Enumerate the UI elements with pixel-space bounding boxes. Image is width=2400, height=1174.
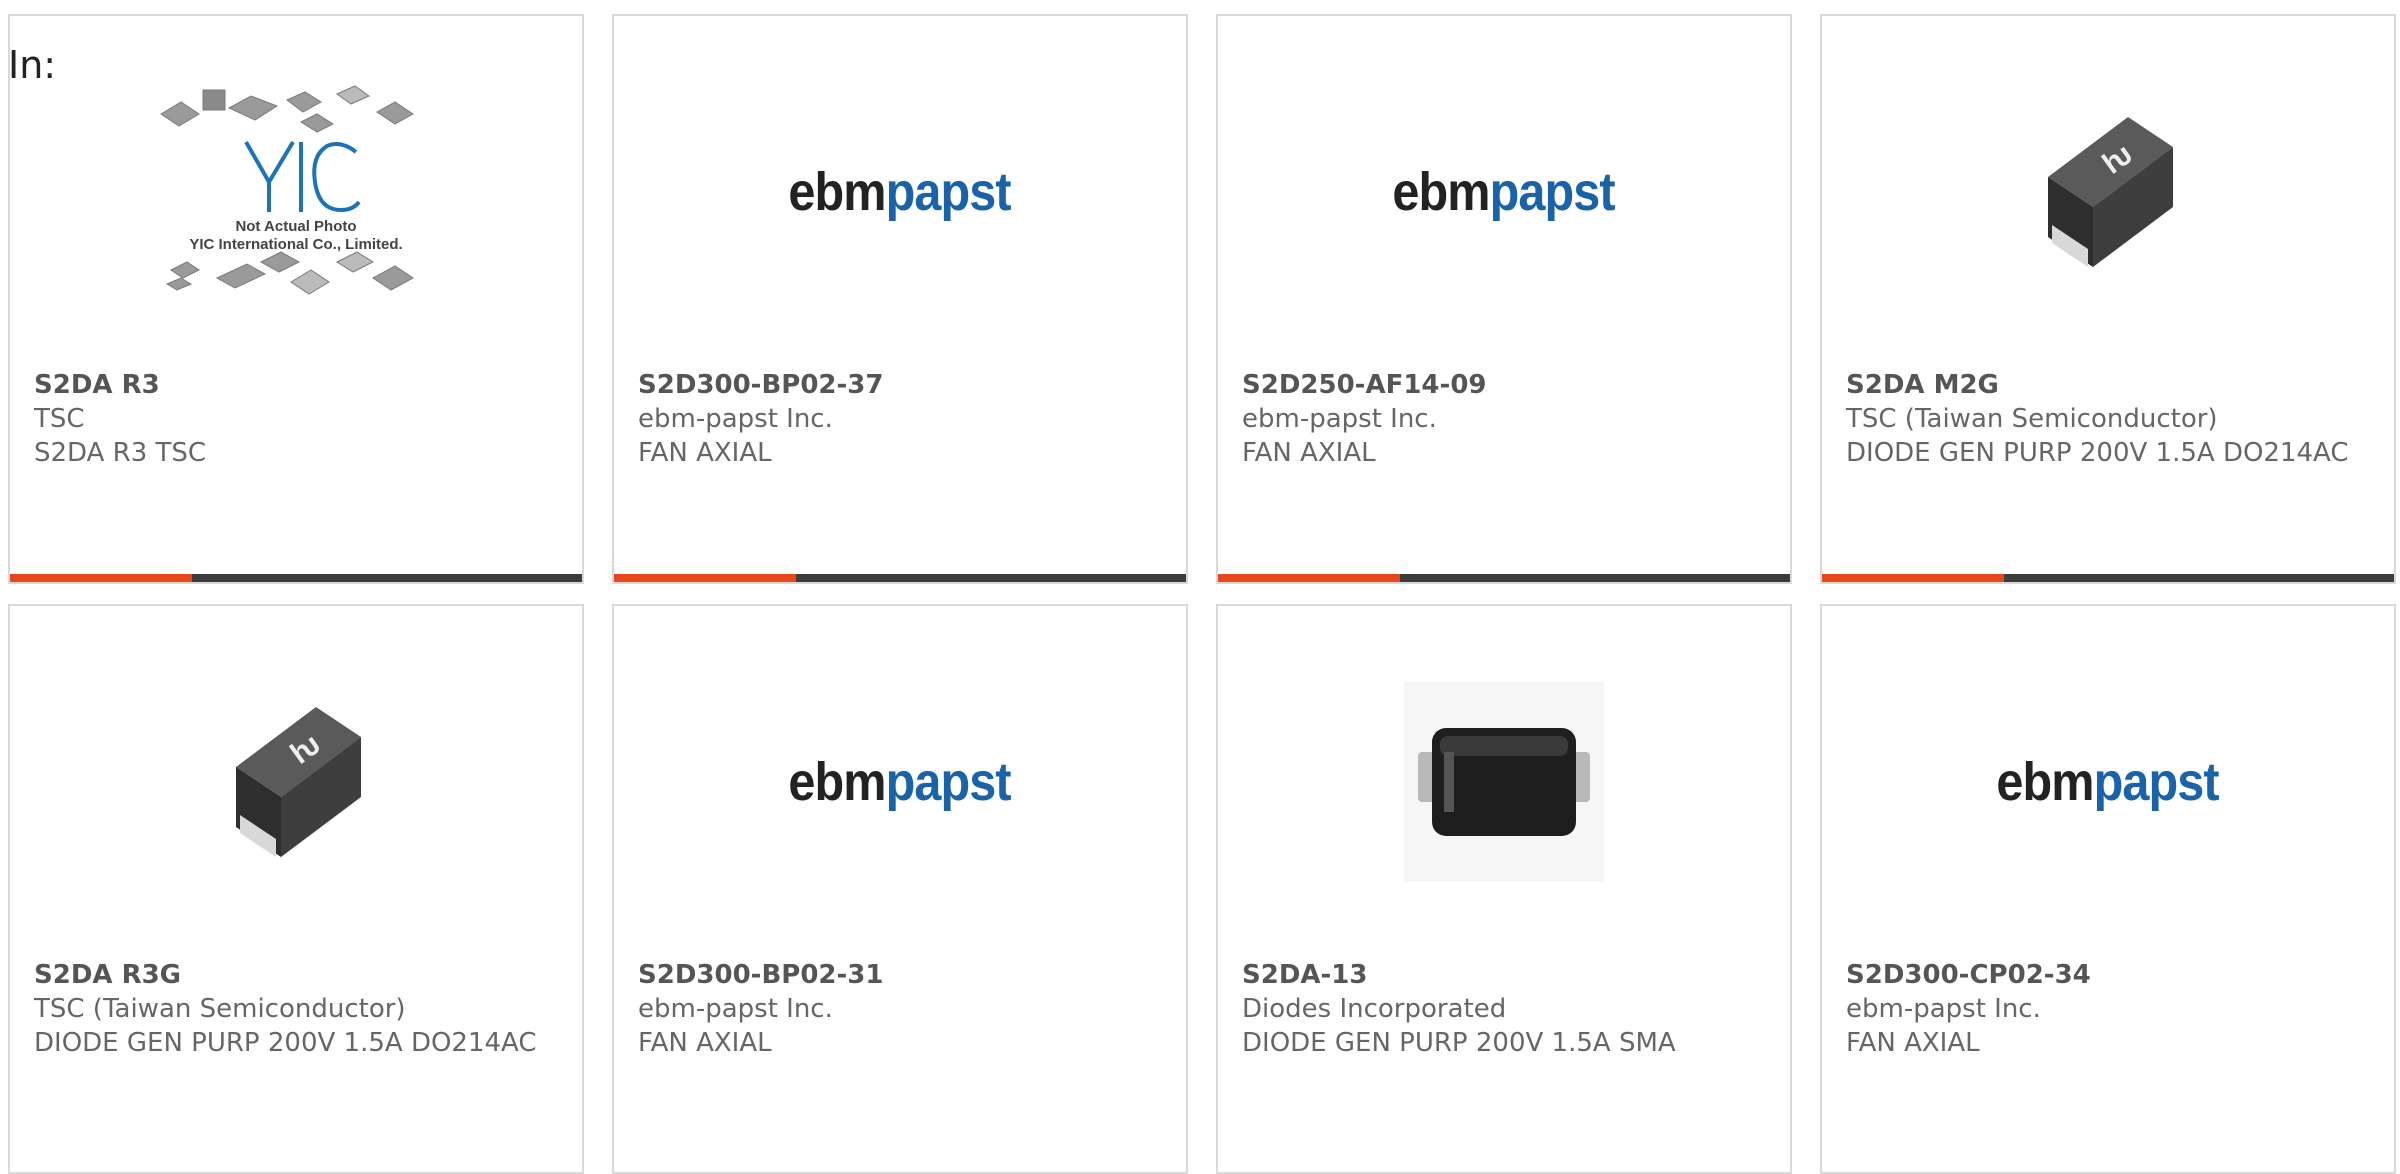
yic-caption-2: YIC International Co., Limited. (189, 236, 403, 253)
manufacturer: ebm-papst Inc. (1846, 994, 2041, 1024)
product-card[interactable]: ebmpapst S2D300-BP02-31 ebm-papst Inc. F… (612, 604, 1188, 1174)
part-number-link[interactable]: S2D300-BP02-37 (638, 368, 1170, 402)
manufacturer: TSC (34, 404, 85, 434)
description: DIODE GEN PURP 200V 1.5A DO214AC (34, 1028, 537, 1058)
product-image[interactable]: ebmpapst (1218, 16, 1790, 368)
ebmpapst-logo: ebmpapst (788, 752, 1012, 812)
diode-sma-photo-icon (1404, 682, 1604, 882)
product-image[interactable]: ebmpapst (614, 16, 1186, 368)
product-image[interactable]: Not Actual Photo YIC International Co., … (10, 16, 582, 368)
manufacturer: TSC (Taiwan Semiconductor) (1846, 404, 2218, 434)
part-number-link[interactable]: S2D300-CP02-34 (1846, 958, 2378, 992)
card-bottom-bar (10, 574, 582, 582)
yic-placeholder-image: Not Actual Photo YIC International Co., … (151, 72, 441, 312)
product-card[interactable]: ƕ S2DA M2G TSC (Taiwan Semiconductor) DI… (1820, 14, 2396, 584)
product-info: S2D300-BP02-37 ebm-papst Inc. FAN AXIAL (638, 368, 1170, 470)
description: FAN AXIAL (1242, 438, 1376, 468)
card-accent-bar (1822, 574, 2004, 582)
product-image[interactable]: ƕ (10, 606, 582, 958)
card-bottom-bar (1218, 574, 1790, 582)
product-card[interactable]: ebmpapst S2D250-AF14-09 ebm-papst Inc. F… (1216, 14, 1792, 584)
product-image[interactable] (1218, 606, 1790, 958)
product-image[interactable]: ebmpapst (614, 606, 1186, 958)
product-info: S2DA-13 Diodes Incorporated DIODE GEN PU… (1242, 958, 1774, 1060)
description: DIODE GEN PURP 200V 1.5A SMA (1242, 1028, 1676, 1058)
description: FAN AXIAL (638, 438, 772, 468)
manufacturer: Diodes Incorporated (1242, 994, 1507, 1024)
ebmpapst-logo: ebmpapst (1996, 752, 2220, 812)
product-info: S2DA R3 TSC S2DA R3 TSC (34, 368, 566, 470)
diode-photo-icon: ƕ (2048, 117, 2173, 267)
product-info: S2DA M2G TSC (Taiwan Semiconductor) DIOD… (1846, 368, 2378, 470)
description: DIODE GEN PURP 200V 1.5A DO214AC (1846, 438, 2349, 468)
product-grid: In: Not Actual Photo YIC International C… (0, 0, 2400, 1174)
product-card[interactable]: ebmpapst S2D300-BP02-37 ebm-papst Inc. F… (612, 14, 1188, 584)
description: S2DA R3 TSC (34, 438, 207, 468)
manufacturer: ebm-papst Inc. (638, 994, 833, 1024)
manufacturer: TSC (Taiwan Semiconductor) (34, 994, 406, 1024)
part-number-link[interactable]: S2D300-BP02-31 (638, 958, 1170, 992)
product-info: S2D300-CP02-34 ebm-papst Inc. FAN AXIAL (1846, 958, 2378, 1060)
part-number-link[interactable]: S2DA-13 (1242, 958, 1774, 992)
product-info: S2D250-AF14-09 ebm-papst Inc. FAN AXIAL (1242, 368, 1774, 470)
part-number-link[interactable]: S2D250-AF14-09 (1242, 368, 1774, 402)
manufacturer: ebm-papst Inc. (638, 404, 833, 434)
card-bottom-bar (1822, 574, 2394, 582)
product-image[interactable]: ebmpapst (1822, 606, 2394, 958)
card-bottom-bar (614, 574, 1186, 582)
ebmpapst-logo: ebmpapst (788, 162, 1012, 222)
manufacturer: ebm-papst Inc. (1242, 404, 1437, 434)
product-info: S2DA R3G TSC (Taiwan Semiconductor) DIOD… (34, 958, 566, 1060)
part-number-link[interactable]: S2DA R3G (34, 958, 566, 992)
product-card[interactable]: ebmpapst S2D300-CP02-34 ebm-papst Inc. F… (1820, 604, 2396, 1174)
part-number-link[interactable]: S2DA R3 (34, 368, 566, 402)
description: FAN AXIAL (1846, 1028, 1980, 1058)
product-card[interactable]: S2DA-13 Diodes Incorporated DIODE GEN PU… (1216, 604, 1792, 1174)
card-accent-bar (1218, 574, 1400, 582)
diode-photo-icon: ƕ (236, 707, 361, 857)
product-info: S2D300-BP02-31 ebm-papst Inc. FAN AXIAL (638, 958, 1170, 1060)
yic-caption-1: Not Actual Photo (235, 218, 357, 235)
product-card[interactable]: ƕ S2DA R3G TSC (Taiwan Semiconductor) DI… (8, 604, 584, 1174)
card-accent-bar (10, 574, 192, 582)
card-accent-bar (614, 574, 796, 582)
part-number-link[interactable]: S2DA M2G (1846, 368, 2378, 402)
filter-label: In: (8, 43, 57, 87)
ebmpapst-logo: ebmpapst (1392, 162, 1616, 222)
product-card[interactable]: Not Actual Photo YIC International Co., … (8, 14, 584, 584)
chip-photo-icon (160, 85, 414, 295)
description: FAN AXIAL (638, 1028, 772, 1058)
product-image[interactable]: ƕ (1822, 16, 2394, 368)
